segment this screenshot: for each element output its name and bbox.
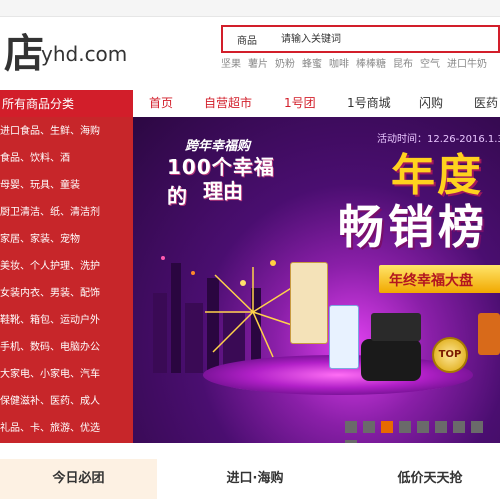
category-item[interactable]: 家居、家装、宠物 bbox=[0, 227, 80, 253]
hotword-link[interactable]: 薯片 bbox=[248, 59, 268, 70]
product-paper-box bbox=[290, 262, 328, 344]
carousel-dot-active[interactable] bbox=[381, 421, 393, 433]
banner-line3: 理由 bbox=[203, 179, 243, 203]
nav-home[interactable]: 首页 bbox=[149, 90, 173, 117]
all-categories-button[interactable]: 所有商品分类 bbox=[0, 90, 133, 119]
category-item[interactable]: 礼品、卡、旅游、优选 bbox=[0, 416, 100, 442]
tab-daily-deals[interactable]: 低价天天抢 bbox=[360, 459, 500, 499]
top-utility-bar bbox=[0, 0, 500, 17]
nav-mall[interactable]: 1号商城 bbox=[347, 90, 391, 117]
tab-imports[interactable]: 进口·海购 bbox=[190, 459, 320, 499]
category-item[interactable]: 进口食品、生鲜、海购 bbox=[0, 119, 100, 145]
carousel-dot[interactable] bbox=[435, 421, 447, 433]
category-item[interactable]: 食品、饮料、酒 bbox=[0, 146, 70, 172]
category-menu: 进口食品、生鲜、海购 食品、饮料、酒 母婴、玩具、童装 厨卫清洁、纸、清洁剂 家… bbox=[0, 117, 133, 443]
tab-today-group-buy[interactable]: 今日必团 bbox=[0, 459, 157, 499]
bottom-tabs: 今日必团 进口·海购 低价天天抢 bbox=[0, 443, 500, 500]
banner-ribbon-text: 年终幸福大盘 bbox=[389, 273, 473, 289]
carousel-dot[interactable] bbox=[345, 421, 357, 433]
site-logo[interactable]: 店 yhd.com bbox=[0, 28, 210, 88]
category-item[interactable]: 鞋靴、箱包、运动户外 bbox=[0, 308, 100, 334]
main-nav: 所有商品分类 首页 自营超市 1号团 1号商城 闪购 医药 bbox=[0, 90, 500, 119]
hotword-link[interactable]: 坚果 bbox=[221, 59, 241, 70]
logo-mark: 店 bbox=[4, 31, 44, 77]
category-item[interactable]: 手机、数码、电脑办公 bbox=[0, 335, 100, 361]
banner-ribbon: 年终幸福大盘 bbox=[379, 265, 500, 293]
nav-flash-sale[interactable]: 闪购 bbox=[419, 90, 443, 117]
category-item[interactable]: 厨卫清洁、纸、清洁剂 bbox=[0, 200, 100, 226]
category-item[interactable]: 保健滋补、医药、成人 bbox=[0, 389, 100, 415]
promo-banner[interactable]: 跨年幸福购 100个幸福的 理由 活动时间：12.26-2016.1.3 年度 … bbox=[133, 117, 500, 443]
nav-self-supermarket[interactable]: 自营超市 bbox=[204, 90, 252, 117]
category-item[interactable]: 女装内衣、男装、配饰 bbox=[0, 281, 100, 307]
search-box: 商品 bbox=[221, 25, 500, 53]
carousel-dot[interactable] bbox=[453, 421, 465, 433]
top-badge: TOP bbox=[432, 337, 468, 373]
category-item[interactable]: 母婴、玩具、童装 bbox=[0, 173, 80, 199]
category-item[interactable]: 美妆、个人护理、洗护 bbox=[0, 254, 100, 280]
banner-headline: 跨年幸福购 100个幸福的 理由 bbox=[149, 135, 289, 208]
carousel-dot[interactable] bbox=[417, 421, 429, 433]
carousel-dot[interactable] bbox=[471, 421, 483, 433]
banner-title-2: 畅销榜 bbox=[338, 200, 488, 254]
hotword-link[interactable]: 咖啡 bbox=[329, 59, 349, 70]
product-lotion-bottle bbox=[329, 305, 359, 369]
product-box-right bbox=[478, 313, 500, 355]
product-camera bbox=[361, 339, 421, 381]
hotword-link[interactable]: 棒棒糖 bbox=[356, 59, 386, 70]
carousel-dot[interactable] bbox=[363, 421, 375, 433]
nav-group-buy[interactable]: 1号团 bbox=[284, 90, 316, 117]
hotword-link[interactable]: 蜂蜜 bbox=[302, 59, 322, 70]
hot-keywords: 坚果 薯片 奶粉 蜂蜜 咖啡 棒棒糖 昆布 空气 进口牛奶 bbox=[221, 55, 494, 70]
hotword-link[interactable]: 奶粉 bbox=[275, 59, 295, 70]
hotword-link[interactable]: 空气 bbox=[420, 59, 440, 70]
logo-text: yhd.com bbox=[41, 42, 128, 66]
category-item[interactable]: 大家电、小家电、汽车 bbox=[0, 362, 100, 388]
search-input[interactable] bbox=[281, 28, 491, 50]
nav-pharmacy[interactable]: 医药 bbox=[474, 90, 498, 117]
search-category-select[interactable]: 商品 bbox=[237, 32, 257, 47]
carousel-indicators bbox=[345, 421, 500, 443]
hotword-link[interactable]: 进口牛奶 bbox=[447, 59, 487, 70]
carousel-dot[interactable] bbox=[399, 421, 411, 433]
hotword-link[interactable]: 昆布 bbox=[393, 59, 413, 70]
product-tablet bbox=[371, 313, 421, 341]
